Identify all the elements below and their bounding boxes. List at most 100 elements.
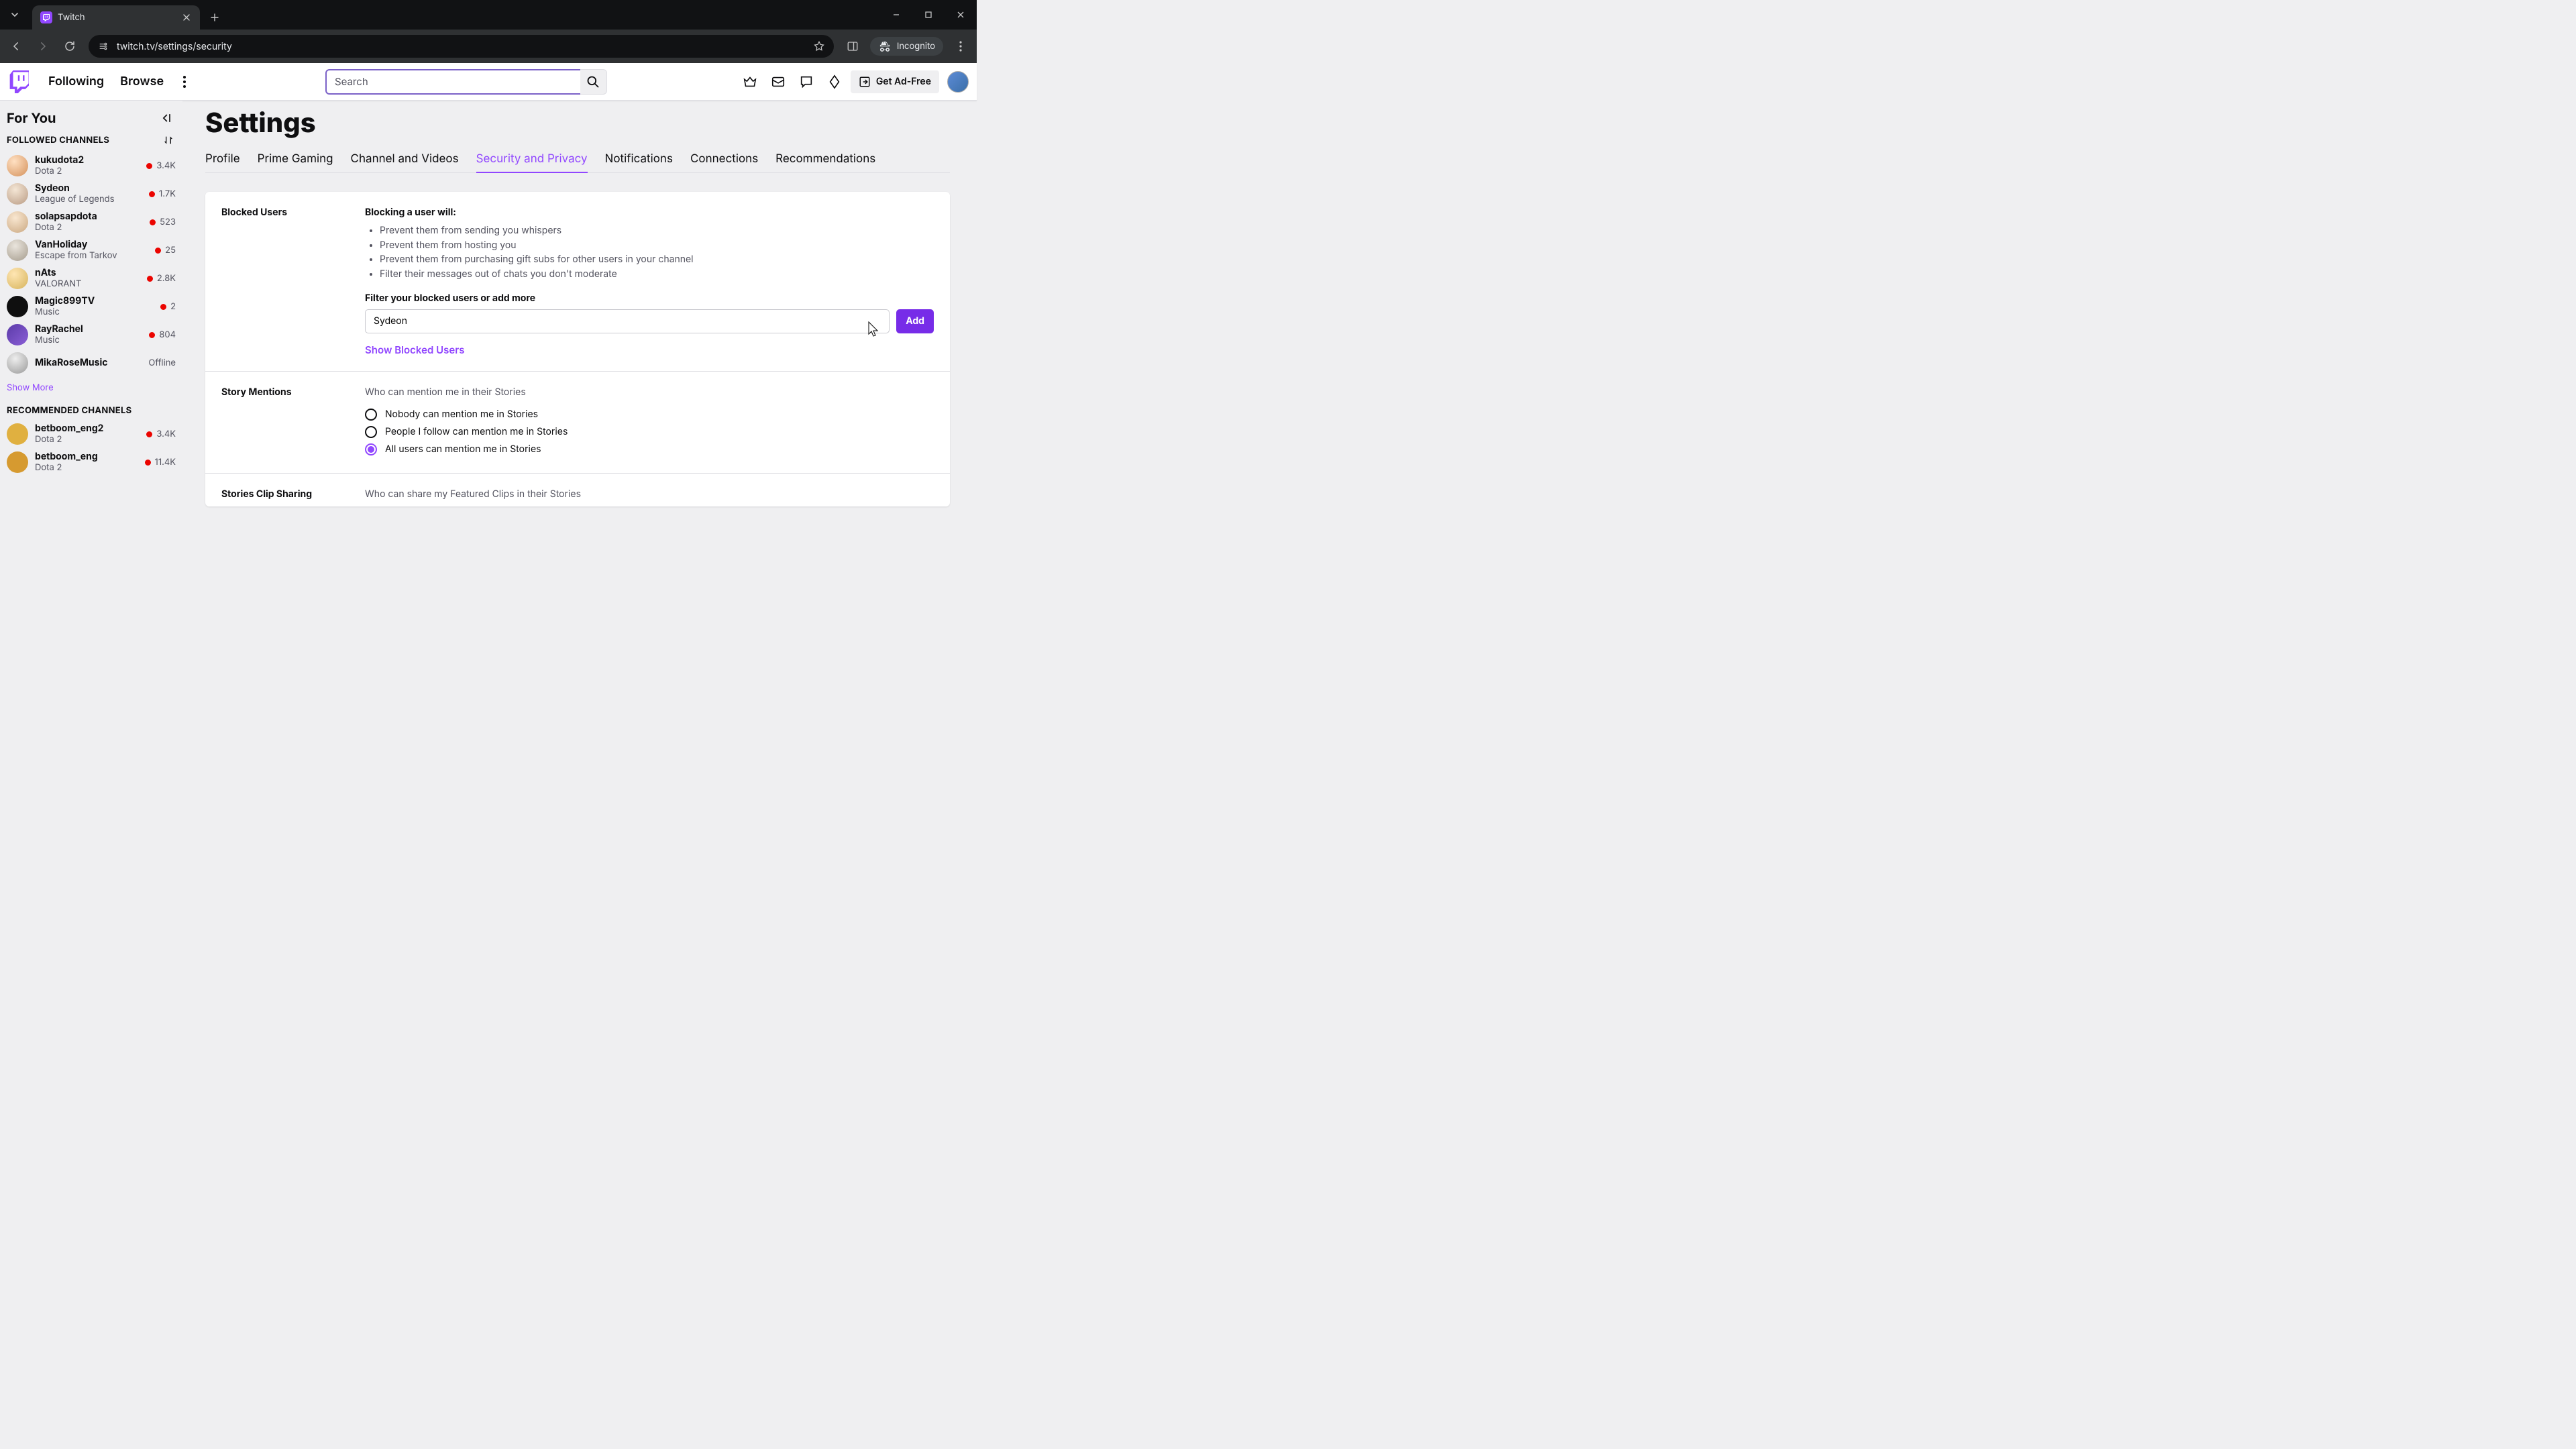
new-tab-button[interactable] <box>205 8 224 27</box>
show-more-link[interactable]: Show More <box>7 382 54 393</box>
channel-avatar <box>7 296 28 317</box>
tab-profile[interactable]: Profile <box>205 148 240 172</box>
channel-row[interactable]: SydeonLeague of Legends1.7K <box>7 180 176 208</box>
bookmark-star-icon[interactable] <box>812 40 826 53</box>
live-dot-icon <box>149 191 155 197</box>
twitch-favicon-icon <box>40 11 52 23</box>
live-dot-icon <box>155 248 161 254</box>
channel-status: 2.8K <box>147 273 176 284</box>
channel-row[interactable]: VanHolidayEscape from Tarkov25 <box>7 236 176 264</box>
live-dot-icon <box>150 219 156 225</box>
blocked-bullet: Filter their messages out of chats you d… <box>380 267 934 282</box>
viewer-count: 3.4K <box>156 160 176 171</box>
search-button[interactable] <box>580 69 607 95</box>
window-minimize-button[interactable] <box>880 3 912 27</box>
channel-row[interactable]: MikaRoseMusicOffline <box>7 349 176 377</box>
nav-forward-button[interactable] <box>31 34 55 58</box>
channel-avatar <box>7 211 28 233</box>
nav-reload-button[interactable] <box>58 34 82 58</box>
viewer-count: Offline <box>148 358 176 368</box>
viewer-count: 1.7K <box>159 189 176 199</box>
channel-avatar <box>7 239 28 261</box>
tab-recommendations[interactable]: Recommendations <box>775 148 875 172</box>
tab-notifications[interactable]: Notifications <box>605 148 673 172</box>
blocked-users-section: Blocked Users Blocking a user will: Prev… <box>205 192 950 371</box>
browser-menu-button[interactable] <box>949 34 973 58</box>
channel-row[interactable]: solapsapdotaDota 2523 <box>7 208 176 236</box>
channel-status: Offline <box>148 358 176 368</box>
channel-status: 11.4K <box>145 457 176 468</box>
channel-row[interactable]: RayRachelMusic804 <box>7 321 176 349</box>
story-radio-option[interactable]: All users can mention me in Stories <box>365 441 934 458</box>
channel-row[interactable]: nAtsVALORANT2.8K <box>7 264 176 292</box>
search-input[interactable] <box>325 69 580 95</box>
channel-name: betboom_eng <box>35 451 138 462</box>
user-avatar[interactable] <box>947 71 969 93</box>
tab-security-and-privacy[interactable]: Security and Privacy <box>476 148 588 172</box>
settings-main[interactable]: Settings ProfilePrime GamingChannel and … <box>182 101 977 547</box>
clip-sharing-hint: Who can share my Featured Clips in their… <box>365 488 934 500</box>
get-adfree-button[interactable]: Get Ad-Free <box>851 70 939 93</box>
tab-close-icon[interactable] <box>181 12 192 23</box>
clip-sharing-section: Stories Clip Sharing Who can share my Fe… <box>205 473 950 506</box>
blocked-bullet: Prevent them from sending you whispers <box>380 223 934 238</box>
nav-following[interactable]: Following <box>40 74 112 89</box>
radio-label: Nobody can mention me in Stories <box>385 409 538 420</box>
viewer-count: 804 <box>159 329 176 340</box>
channel-avatar <box>7 155 28 176</box>
radio-icon <box>365 443 377 455</box>
channel-name: kukudota2 <box>35 155 140 166</box>
blocked-filter-input[interactable] <box>365 309 890 333</box>
channel-game: Dota 2 <box>35 166 140 176</box>
side-panel-icon[interactable] <box>841 34 865 58</box>
show-blocked-button[interactable]: Show Blocked Users <box>365 343 464 356</box>
tab-title: Twitch <box>58 12 176 23</box>
channel-row[interactable]: Magic899TVMusic2 <box>7 292 176 321</box>
nav-browse[interactable]: Browse <box>112 74 172 89</box>
incognito-label: Incognito <box>897 41 935 52</box>
channel-avatar <box>7 451 28 473</box>
channel-avatar <box>7 352 28 374</box>
incognito-chip[interactable]: Incognito <box>870 37 943 56</box>
viewer-count: 11.4K <box>155 457 176 468</box>
channel-avatar <box>7 423 28 445</box>
channel-status: 2 <box>160 301 176 312</box>
story-mentions-section: Story Mentions Who can mention me in the… <box>205 371 950 473</box>
bits-icon[interactable] <box>822 70 847 94</box>
window-maximize-button[interactable] <box>912 3 945 27</box>
sort-icon[interactable] <box>161 133 176 148</box>
tab-connections[interactable]: Connections <box>690 148 758 172</box>
nav-back-button[interactable] <box>4 34 28 58</box>
channel-row[interactable]: betboom_engDota 211.4K <box>7 448 176 476</box>
twitch-topnav: Following Browse Get Ad-Free <box>0 63 977 101</box>
tab-channel-and-videos[interactable]: Channel and Videos <box>351 148 459 172</box>
add-blocked-button[interactable]: Add <box>896 309 934 333</box>
browser-titlebar: Twitch <box>0 0 977 30</box>
whispers-icon[interactable] <box>794 70 818 94</box>
tab-search-dropdown[interactable] <box>0 0 30 30</box>
prime-loot-icon[interactable] <box>738 70 762 94</box>
nav-more-icon[interactable] <box>174 72 195 92</box>
window-controls <box>880 0 977 30</box>
channel-status: 523 <box>150 217 176 227</box>
channel-game: Escape from Tarkov <box>35 251 148 261</box>
channel-row[interactable]: kukudota2Dota 2 3.4K <box>7 152 176 180</box>
story-radio-option[interactable]: Nobody can mention me in Stories <box>365 406 934 423</box>
url-bar[interactable]: twitch.tv/settings/security <box>89 35 834 58</box>
site-settings-icon[interactable] <box>97 40 110 53</box>
live-dot-icon <box>146 431 152 437</box>
tab-prime-gaming[interactable]: Prime Gaming <box>258 148 333 172</box>
window-close-button[interactable] <box>945 3 977 27</box>
inbox-icon[interactable] <box>766 70 790 94</box>
settings-tabs: Profile Prime Gaming Channel and Videos Sec… <box>205 148 950 173</box>
story-radio-option[interactable]: People I follow can mention me in Storie… <box>365 423 934 441</box>
channel-status: 25 <box>155 245 176 256</box>
live-dot-icon <box>145 460 151 466</box>
channel-row[interactable]: betboom_eng2Dota 23.4K <box>7 420 176 448</box>
twitch-logo-icon[interactable] <box>8 71 30 93</box>
channel-status: 1.7K <box>149 189 176 199</box>
recommended-heading: RECOMMENDED CHANNELS <box>7 405 131 416</box>
adfree-arrow-icon <box>859 76 871 88</box>
sidebar-collapse-icon[interactable] <box>157 109 176 127</box>
browser-tab-active[interactable]: Twitch <box>32 5 200 30</box>
